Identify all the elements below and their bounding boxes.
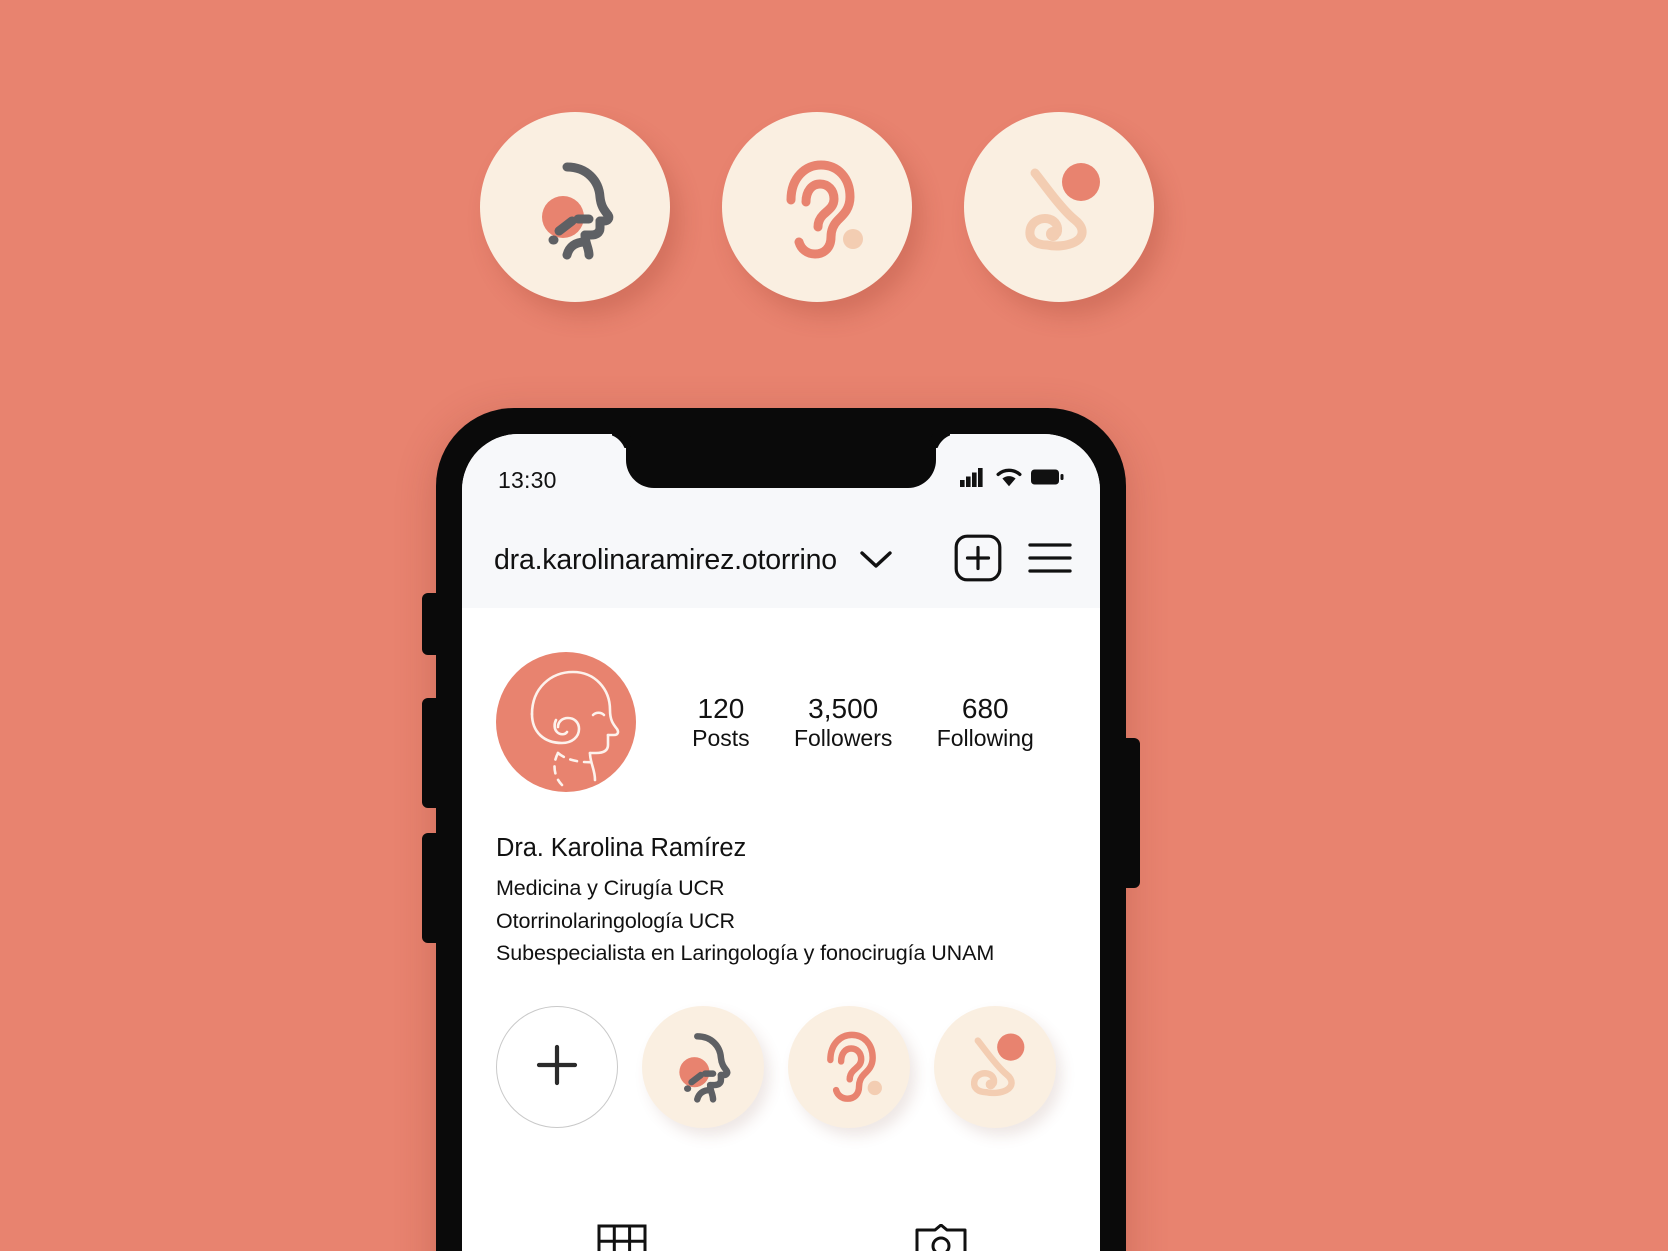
top-badge-throat bbox=[480, 112, 670, 302]
phone-screen: 13:30 dra.karolinaramirez.otorrino 120 P… bbox=[462, 434, 1100, 1251]
throat-head-profile-icon bbox=[660, 1022, 746, 1113]
nose-icon bbox=[999, 147, 1119, 267]
profile-bio: Dra. Karolina Ramírez Medicina y Cirugía… bbox=[496, 792, 1066, 970]
top-badge-ear bbox=[722, 112, 912, 302]
chevron-down-icon[interactable] bbox=[859, 550, 893, 570]
profile-content: 120 Posts 3,500 Followers 680 Following … bbox=[462, 608, 1100, 1251]
stat-followers[interactable]: 3,500 Followers bbox=[794, 692, 892, 753]
ear-icon bbox=[806, 1022, 892, 1113]
phone-mute-switch[interactable] bbox=[422, 593, 438, 655]
story-highlights-row bbox=[496, 970, 1066, 1129]
head-profile-avatar bbox=[496, 652, 636, 792]
avatar[interactable] bbox=[496, 652, 636, 792]
tagged-person-icon bbox=[915, 1223, 967, 1251]
throat-head-profile-icon bbox=[515, 147, 635, 267]
phone-power-button[interactable] bbox=[1124, 738, 1140, 888]
account-username[interactable]: dra.karolinaramirez.otorrino bbox=[494, 544, 837, 577]
top-badge-row bbox=[480, 112, 1154, 302]
grid-icon bbox=[597, 1224, 647, 1251]
profile-tab-bar bbox=[462, 1203, 1100, 1251]
stat-label: Following bbox=[936, 724, 1034, 751]
stat-label: Followers bbox=[793, 724, 893, 751]
profile-header: dra.karolinaramirez.otorrino bbox=[462, 512, 1100, 608]
stat-value: 680 bbox=[961, 692, 1009, 724]
stat-value: 3,500 bbox=[808, 692, 879, 724]
highlight-nose[interactable] bbox=[934, 1006, 1056, 1129]
phone-mockup: 13:30 dra.karolinaramirez.otorrino 120 P… bbox=[422, 408, 1140, 1251]
status-indicators bbox=[960, 467, 1064, 492]
phone-volume-up[interactable] bbox=[422, 698, 438, 808]
status-time: 13:30 bbox=[498, 466, 557, 493]
bio-line: Medicina y Cirugía UCR bbox=[496, 876, 725, 900]
top-badge-nose bbox=[964, 112, 1154, 302]
highlight-ear[interactable] bbox=[788, 1006, 910, 1129]
battery-icon bbox=[1031, 468, 1064, 491]
stat-following[interactable]: 680 Following bbox=[937, 692, 1034, 753]
stat-posts[interactable]: 120 Posts bbox=[692, 692, 750, 753]
profile-summary-row: 120 Posts 3,500 Followers 680 Following bbox=[496, 608, 1066, 792]
nose-icon bbox=[952, 1022, 1038, 1113]
bio-display-name: Dra. Karolina Ramírez bbox=[496, 834, 747, 862]
plus-icon bbox=[532, 1040, 582, 1095]
tab-grid[interactable] bbox=[462, 1203, 781, 1251]
wifi-icon bbox=[996, 467, 1022, 492]
ear-icon bbox=[757, 147, 877, 267]
highlight-throat[interactable] bbox=[642, 1006, 764, 1129]
tab-tagged[interactable] bbox=[781, 1203, 1100, 1251]
bio-line: Subespecialista en Laringología y fonoci… bbox=[496, 941, 995, 966]
signal-bars-icon bbox=[960, 467, 987, 492]
header-actions bbox=[954, 534, 1072, 587]
profile-stats: 120 Posts 3,500 Followers 680 Following bbox=[636, 692, 1066, 753]
bio-line: Otorrinolaringología UCR bbox=[496, 908, 735, 933]
plus-box-icon[interactable] bbox=[954, 534, 1002, 587]
phone-volume-down[interactable] bbox=[422, 833, 438, 943]
highlight-new-button[interactable] bbox=[496, 1006, 618, 1129]
stat-label: Posts bbox=[692, 724, 750, 751]
stat-value: 120 bbox=[697, 692, 745, 724]
hamburger-menu-icon[interactable] bbox=[1028, 541, 1072, 580]
phone-notch bbox=[626, 434, 936, 488]
